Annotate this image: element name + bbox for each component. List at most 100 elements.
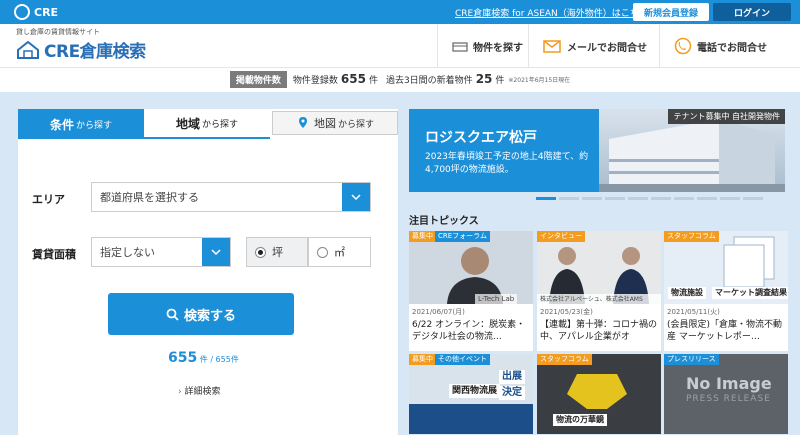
warehouse-icon — [452, 42, 468, 52]
tab-conditions-main: 条件 — [49, 117, 74, 132]
carousel-dot[interactable] — [559, 197, 579, 200]
banner-description: 2023年春頃竣工予定の地上4階建て、約4,700坪の物流施設。 — [425, 152, 589, 175]
size-select-value: 指定しない — [100, 246, 155, 259]
new-unit: 件 — [495, 75, 505, 86]
topic-card[interactable]: 募集中 その他イベント 関西物流展 出展 決定 — [409, 354, 533, 434]
nav-divider — [528, 24, 529, 68]
tab-map-sub: から探す — [337, 119, 374, 130]
topic-date: 2021/05/23(金) — [540, 308, 593, 316]
carousel-dot[interactable] — [674, 197, 694, 200]
chevron-down-icon — [342, 183, 370, 211]
unit-m2-label: ㎡ — [334, 246, 345, 259]
radio-unchecked-icon — [317, 246, 328, 258]
tab-region[interactable]: 地域 から探す — [144, 109, 270, 139]
tab-map-main: 地図 — [313, 117, 336, 130]
size-label: 賃貸面積 — [32, 248, 76, 261]
result-count-total: 件 / 655件 — [199, 355, 239, 364]
brand-logo[interactable]: CRE — [14, 4, 58, 20]
topic-caption: L-Tech Lab — [475, 294, 518, 304]
site-logo[interactable]: CRE倉庫検索 — [16, 37, 146, 62]
registered-label: 物件登録数 — [292, 75, 338, 86]
detail-search-link[interactable]: › 詳細検索 — [178, 384, 221, 397]
detail-search-label: 詳細検索 — [184, 387, 221, 397]
topic-label: プレスリリース — [664, 354, 719, 365]
search-icon — [166, 308, 179, 321]
stats-bar: 掲載物件数 物件登録数 655 件 過去3日間の新着物件 25 件 ※2021年… — [0, 68, 800, 90]
topic-label: スタッフコラム — [664, 231, 719, 242]
topic-card[interactable]: 物流施設 マーケット調査結果 スタッフコラム 2021/05/11(火) (会員… — [664, 231, 788, 351]
topic-overlay: 決定 — [499, 386, 525, 400]
search-button[interactable]: 検索する — [108, 293, 294, 335]
topic-overlay: マーケット調査結果 — [712, 287, 788, 299]
topic-card[interactable]: スタッフコラム 物流の万華鏡 — [537, 354, 661, 434]
search-panel: 条件 から探す 地域 から探す 地図 から探す エリア 都道府県を選択する 賃貸面積 … — [18, 109, 398, 435]
topic-card[interactable]: L-Tech Lab 募集中 CREフォーラム 2021/06/07(月) 6/… — [409, 231, 533, 351]
carousel-dot[interactable] — [697, 197, 717, 200]
new-label: 過去3日間の新着物件 — [385, 75, 473, 86]
chevron-down-icon — [202, 238, 230, 266]
logo-text: CRE倉庫検索 — [44, 42, 146, 62]
banner-title: ロジスクエア松戸 — [425, 130, 537, 146]
topic-text: 6/22 オンライン：脱炭素・デジタル社会の物流… — [412, 320, 526, 342]
featured-banner[interactable]: ロジスクエア松戸 2023年春頃竣工予定の地上4階建て、約4,700坪の物流施設… — [409, 109, 785, 192]
carousel-dot[interactable] — [720, 197, 740, 200]
nav-mail-contact[interactable]: メールでお問合せ — [543, 24, 647, 68]
carousel-dot[interactable] — [582, 197, 602, 200]
register-button[interactable]: 新規会員登録 — [633, 3, 709, 21]
carousel-dot[interactable] — [743, 197, 763, 200]
nav-divider — [659, 24, 660, 68]
topic-date: 2021/06/07(月) — [412, 308, 465, 316]
login-button[interactable]: ログイン — [713, 3, 791, 21]
search-button-label: 検索する — [183, 307, 236, 323]
topic-caption: 株式会社アルペーシュ、株式会社AMS — [537, 294, 661, 304]
tab-region-main: 地域 — [175, 116, 200, 131]
topic-label: その他イベント — [435, 354, 490, 365]
banner-tag: テナント募集中 自社開発物件 — [668, 109, 785, 124]
unit-m2-radio[interactable]: ㎡ — [308, 237, 371, 267]
logo-subtitle: 貸し倉庫の賃貸情報サイト — [16, 28, 100, 36]
house-logo-icon — [17, 40, 39, 59]
site-header: 貸し倉庫の賃貸情報サイト CRE倉庫検索 物件を探す メールでお問合せ 電話でお… — [0, 24, 800, 68]
topic-card[interactable]: プレスリリース No Image PRESS RELEASE — [664, 354, 788, 434]
carousel-dot[interactable] — [605, 197, 625, 200]
tab-conditions[interactable]: 条件 から探す — [18, 109, 144, 139]
no-image-text: No Image — [686, 374, 772, 393]
topic-label: CREフォーラム — [435, 231, 490, 242]
nav-divider — [437, 24, 438, 68]
area-select-value: 都道府県を選択する — [100, 191, 199, 204]
topic-overlay: 物流の万華鏡 — [553, 414, 607, 426]
topic-text: 【連載】第十弾：コロナ禍の中、アパレル企業がオ — [540, 320, 658, 342]
topic-label: 募集中 — [409, 354, 436, 365]
press-release-text: PRESS RELEASE — [686, 394, 771, 404]
nav-find-property[interactable]: 物件を探す — [452, 24, 523, 68]
topic-label: スタッフコラム — [537, 354, 592, 365]
nav-find-label: 物件を探す — [473, 42, 523, 54]
carousel-dots — [536, 197, 763, 200]
radio-checked-icon — [255, 246, 266, 258]
main-area: 条件 から探す 地域 から探す 地図 から探す エリア 都道府県を選択する 賃貸面積 … — [0, 92, 800, 435]
tab-map[interactable]: 地図 から探す — [272, 111, 398, 135]
area-label: エリア — [32, 193, 65, 206]
asean-link[interactable]: CRE倉庫検索 for ASEAN（海外物件）はこちら — [455, 6, 648, 19]
size-select[interactable]: 指定しない — [91, 237, 231, 267]
nav-phone-contact[interactable]: 電話でお問合せ — [674, 24, 767, 68]
topic-card[interactable]: 株式会社アルペーシュ、株式会社AMS インタビュー 2021/05/23(金) … — [537, 231, 661, 351]
carousel-dot[interactable] — [628, 197, 648, 200]
topic-overlay: 関西物流展 — [449, 384, 501, 398]
topic-label: インタビュー — [537, 231, 585, 242]
stats-note: ※2021年6月15日現在 — [508, 76, 571, 84]
topic-overlay: 出展 — [499, 370, 525, 384]
carousel-dot[interactable] — [536, 197, 556, 200]
chevron-right-icon: › — [178, 387, 182, 397]
stats-badge: 掲載物件数 — [229, 70, 287, 88]
topic-overlay: 物流施設 — [668, 287, 706, 299]
nav-phone-label: 電話でお問合せ — [697, 42, 767, 54]
unit-tsubo-label: 坪 — [272, 246, 283, 259]
registered-count: 655 — [340, 72, 366, 86]
area-select[interactable]: 都道府県を選択する — [91, 182, 371, 212]
phone-icon — [674, 37, 692, 55]
carousel-dot[interactable] — [651, 197, 671, 200]
unit-tsubo-radio[interactable]: 坪 — [246, 237, 308, 267]
new-count: 25 — [475, 72, 493, 86]
brand-text: CRE — [34, 5, 59, 19]
